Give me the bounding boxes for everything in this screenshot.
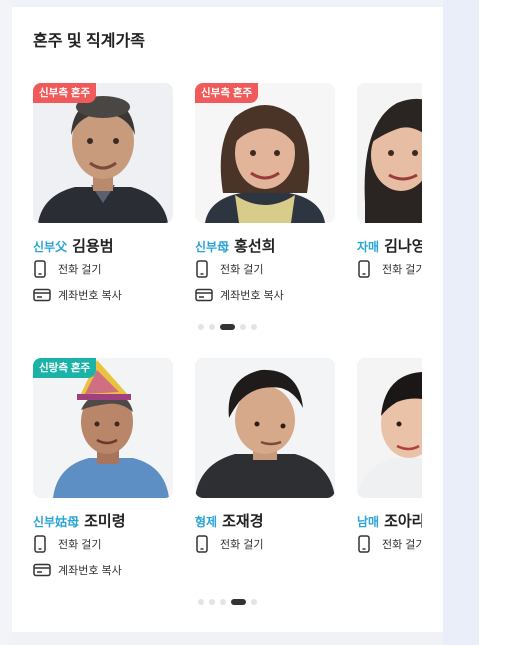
- person-photo: [195, 83, 335, 223]
- relation-label: 형제: [195, 515, 218, 529]
- pagination-dot[interactable]: [198, 324, 204, 330]
- call-button[interactable]: 전화 걸기: [33, 534, 102, 554]
- copy-account-button[interactable]: 계좌번호 복사: [33, 285, 122, 305]
- name-line: 남매 조아라: [357, 510, 422, 531]
- call-button[interactable]: 전화 걸기: [357, 259, 422, 279]
- call-label: 전화 걸기: [382, 539, 422, 551]
- pagination-dot[interactable]: [251, 324, 257, 330]
- family-card: 혼주 및 직계가족 신부측 혼주 신부父 김용범 전화 걸기 계좌번호 복사 신…: [12, 7, 443, 632]
- phone-icon: [357, 535, 379, 553]
- pagination-dot[interactable]: [198, 599, 204, 605]
- card-icon: [33, 563, 55, 577]
- pagination-dot[interactable]: [240, 324, 246, 330]
- person-name: 홍선희: [234, 238, 276, 255]
- phone-icon: [357, 260, 379, 278]
- right-edge: [479, 0, 526, 645]
- relation-label: 신부姑母: [33, 515, 80, 529]
- phone-icon: [195, 260, 217, 278]
- pagination-dot[interactable]: [209, 599, 215, 605]
- card-icon: [33, 288, 55, 302]
- pagination-dot-active[interactable]: [231, 599, 246, 605]
- call-button[interactable]: 전화 걸기: [357, 534, 422, 554]
- relation-label: 자매: [357, 240, 380, 254]
- bride-parent-badge: 신부측 혼주: [195, 83, 259, 103]
- call-button[interactable]: 전화 걸기: [33, 259, 102, 279]
- phone-icon: [195, 535, 217, 553]
- call-label: 전화 걸기: [220, 264, 264, 276]
- name-line: 형제 조재경: [195, 510, 264, 531]
- call-label: 전화 걸기: [220, 539, 264, 551]
- copy-account-button[interactable]: 계좌번호 복사: [195, 285, 284, 305]
- account-label: 계좌번호 복사: [58, 290, 122, 302]
- person-photo: [33, 83, 173, 223]
- relation-label: 남매: [357, 515, 380, 529]
- name-line: 신부姑母 조미령: [33, 510, 126, 531]
- relation-label: 신부父: [33, 240, 68, 254]
- call-label: 전화 걸기: [382, 264, 422, 276]
- groom-parent-badge: 신랑측 혼주: [33, 358, 97, 378]
- bride-family-carousel[interactable]: 신부측 혼주 신부父 김용범 전화 걸기 계좌번호 복사 신부측 혼주 신부母 …: [33, 83, 422, 323]
- groom-carousel-pagination[interactable]: [198, 599, 262, 605]
- pagination-dot-active[interactable]: [220, 324, 235, 330]
- person-name: 조재경: [222, 513, 264, 530]
- phone-icon: [33, 260, 55, 278]
- phone-icon: [33, 535, 55, 553]
- bride-carousel-pagination[interactable]: [198, 324, 262, 330]
- person-photo: [357, 83, 422, 223]
- person-photo: [195, 358, 335, 498]
- call-label: 전화 걸기: [58, 264, 102, 276]
- call-button[interactable]: 전화 걸기: [195, 534, 264, 554]
- left-gutter: [0, 0, 12, 645]
- pagination-dot[interactable]: [209, 324, 215, 330]
- copy-account-button[interactable]: 계좌번호 복사: [33, 560, 122, 580]
- person-name: 조미령: [84, 513, 126, 530]
- person-name: 김용범: [72, 238, 114, 255]
- bride-parent-badge: 신부측 혼주: [33, 83, 97, 103]
- account-label: 계좌번호 복사: [220, 290, 284, 302]
- card-footer-bar: [12, 632, 443, 645]
- pagination-dot[interactable]: [251, 599, 257, 605]
- person-name: 조아라: [384, 513, 422, 530]
- call-label: 전화 걸기: [58, 539, 102, 551]
- call-button[interactable]: 전화 걸기: [195, 259, 264, 279]
- relation-label: 신부母: [195, 240, 230, 254]
- right-panel: [443, 0, 479, 645]
- person-photo: [33, 358, 173, 498]
- name-line: 자매 김나영: [357, 235, 422, 256]
- name-line: 신부母 홍선희: [195, 235, 276, 256]
- name-line: 신부父 김용범: [33, 235, 114, 256]
- groom-family-carousel[interactable]: 신랑측 혼주 신부姑母 조미령 전화 걸기 계좌번호 복사 형제 조재경 전화 …: [33, 358, 422, 598]
- person-name: 김나영: [384, 238, 422, 255]
- person-photo: [357, 358, 422, 498]
- pagination-dot[interactable]: [220, 599, 226, 605]
- card-icon: [195, 288, 217, 302]
- section-title: 혼주 및 직계가족: [33, 33, 145, 50]
- account-label: 계좌번호 복사: [58, 565, 122, 577]
